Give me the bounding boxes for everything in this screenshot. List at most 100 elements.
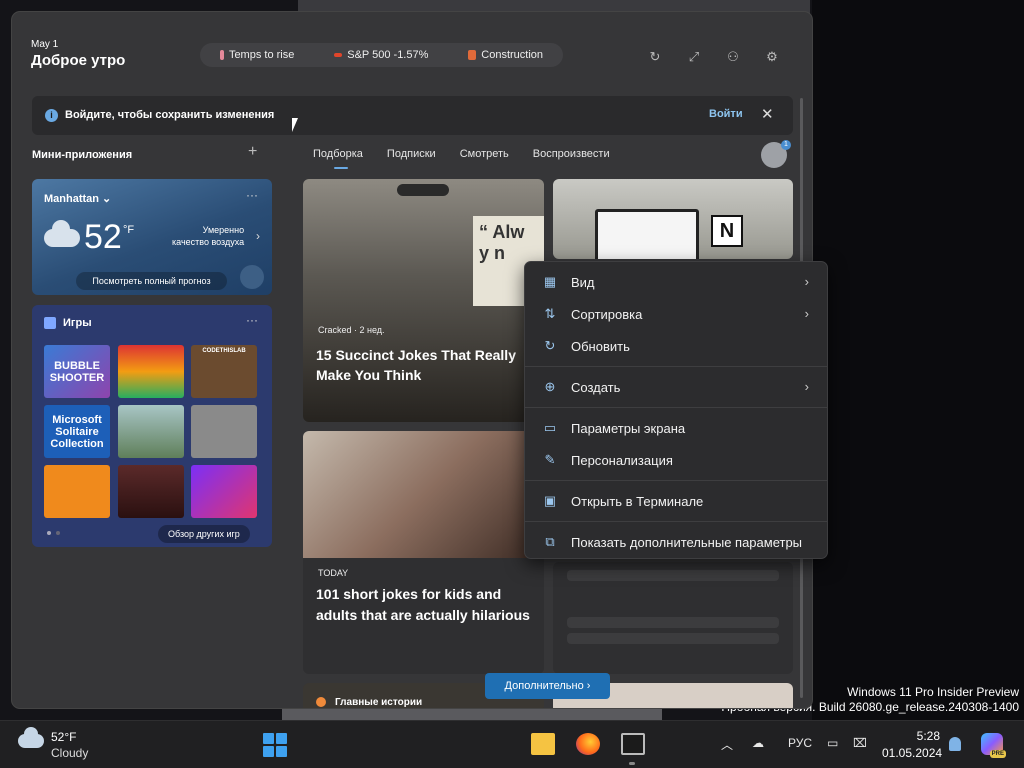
menu-item-more-options[interactable]: ⧉ Показать дополнительные параметры [529,527,825,557]
load-more-button[interactable]: Дополнительно › [485,673,610,699]
language-indicator[interactable]: РУС [788,736,812,750]
expand-icon[interactable]: ⤢ [685,48,703,66]
context-menu: ▦ Вид › ⇅ Сортировка › ↻ Обновить ⊕ Создать › ▭… [524,261,828,559]
onedrive-icon[interactable]: ☁ [752,736,764,750]
signin-button[interactable]: Войти [709,108,743,120]
info-icon: i [45,109,58,122]
card-title: 101 short jokes for kids and adults that… [316,586,530,623]
desktop-right-area [812,0,1024,720]
tab-play[interactable]: Воспроизвести [533,148,610,160]
weather-map-icon[interactable] [240,265,264,289]
forecast-button[interactable]: Посмотреть полный прогноз [76,272,227,290]
start-button[interactable] [263,733,287,757]
display-icon: ▭ [543,420,557,435]
tab-featured[interactable]: Подборка [313,148,363,160]
menu-item-open-terminal[interactable]: ▣ Открыть в Терминале [529,486,825,516]
game-tile-fruit[interactable] [191,465,257,518]
feed-card-cracked[interactable]: “ Alw y n Cracked · 2 нед. 15 Succinct J… [303,179,544,422]
widgets-title: Мини-приложения [32,149,133,161]
weather-widget[interactable]: Manhattan ⌄ ··· 52 °F Умеренно качество … [32,179,272,295]
tab-following[interactable]: Подписки [387,148,436,160]
page-indicator [47,531,61,536]
clock-date[interactable]: 01.05.2024 [882,746,942,760]
plus-circle-icon: ⊕ [544,379,556,394]
notion-logo: N [711,215,743,247]
header-greeting: Доброе утро [31,52,126,69]
more-options-icon[interactable]: ··· [246,313,258,327]
header-actions: ↻ ⤢ ⚇ ⚙ [646,48,781,66]
menu-item-view[interactable]: ▦ Вид › [529,267,825,297]
weather-city[interactable]: Manhattan ⌄ [44,192,111,205]
game-tile-parking[interactable] [191,405,257,458]
copilot-badge: PRE [989,750,1006,758]
construction-icon [468,50,477,60]
card-title: Главные истории [335,697,423,708]
card-image [303,431,544,558]
game-tile-basketball[interactable] [118,465,184,518]
feed-card-notion[interactable]: N [553,179,793,259]
clock-time[interactable]: 5:28 [910,729,940,743]
games-icon [44,317,56,329]
air-quality-line1: Умеренно [202,225,245,235]
air-quality: Умеренно качество воздуха [172,224,244,248]
taskbar-weather-condition[interactable]: Cloudy [51,746,88,760]
gear-icon[interactable]: ⚙ [763,48,781,66]
copilot-icon[interactable]: PRE [981,733,1006,758]
feed-card-loading [553,562,793,674]
card-source: TODAY [318,568,349,578]
feedback-icon[interactable]: ⚇ [724,48,742,66]
more-options-icon[interactable]: ··· [246,188,258,202]
add-widget-icon[interactable]: + [248,143,257,161]
grid-icon: ▦ [543,274,557,289]
chevron-right-icon[interactable]: › [256,229,260,243]
chevron-up-icon[interactable]: ︿ [721,736,733,753]
brush-icon: ✎ [544,452,556,467]
bell-icon[interactable] [949,737,961,751]
file-explorer-icon[interactable] [531,733,555,755]
tab-watch[interactable]: Смотреть [460,148,509,160]
close-icon[interactable]: ✕ [761,105,774,123]
laptop-image [595,209,699,259]
active-tab-indicator [334,167,348,169]
network-icon[interactable]: ⌧ [853,736,867,750]
menu-item-refresh[interactable]: ↻ Обновить [529,331,825,361]
game-tile-solitaire[interactable]: Microsoft Solitaire Collection [44,405,110,458]
game-tile-stickman[interactable] [44,465,110,518]
chevron-right-icon: › [804,274,809,289]
skeleton-line [567,633,779,644]
game-tile-racing[interactable] [118,405,184,458]
game-tile-bubble-shooter[interactable]: BUBBLE SHOOTER [44,345,110,398]
chevron-right-icon: › [804,379,809,394]
games-widget: Игры ··· BUBBLE SHOOTER CODETHISLAB Micr… [32,305,272,547]
terminal-icon: ▣ [543,493,557,508]
game-tile-blocks[interactable] [118,345,184,398]
menu-item-display-settings[interactable]: ▭ Параметры экрана [529,413,825,443]
firefox-icon[interactable] [576,733,600,755]
menu-item-personalize[interactable]: ✎ Персонализация [529,445,825,475]
menu-separator [525,480,827,481]
chip-label: Temps to rise [228,49,295,61]
refresh-icon[interactable]: ↻ [646,48,664,66]
chip-construction[interactable]: Construction [468,49,543,61]
display-icon[interactable]: ▭ [827,736,838,750]
notification-badge: 1 [781,140,791,150]
chip-temps[interactable]: Temps to rise [219,49,295,61]
header-chips: Temps to rise S&P 500 -1.57% Constructio… [200,43,563,67]
signin-message: Войдите, чтобы сохранить изменения [65,109,275,121]
feed-card-today[interactable]: TODAY 101 short jokes for kids and adult… [303,431,544,674]
menu-separator [525,366,827,367]
menu-item-sort[interactable]: ⇅ Сортировка › [529,299,825,329]
browse-games-button[interactable]: Обзор других игр [158,525,250,543]
terminal-icon[interactable] [621,733,645,755]
taskbar-weather-temp[interactable]: 52°F [51,730,76,744]
skeleton-line [567,570,779,581]
games-title: Игры [63,317,92,329]
game-tile-chess[interactable]: CODETHISLAB [191,345,257,398]
feed-tabs: Подборка Подписки Смотреть Воспроизвести [313,148,610,160]
chevron-right-icon: › [804,306,809,321]
cloud-icon[interactable] [18,727,44,748]
desktop-strip-bottom [282,706,662,720]
chip-sp500[interactable]: S&P 500 -1.57% [334,49,428,61]
avatar[interactable]: 1 [761,140,791,168]
menu-item-new[interactable]: ⊕ Создать › [529,372,825,402]
